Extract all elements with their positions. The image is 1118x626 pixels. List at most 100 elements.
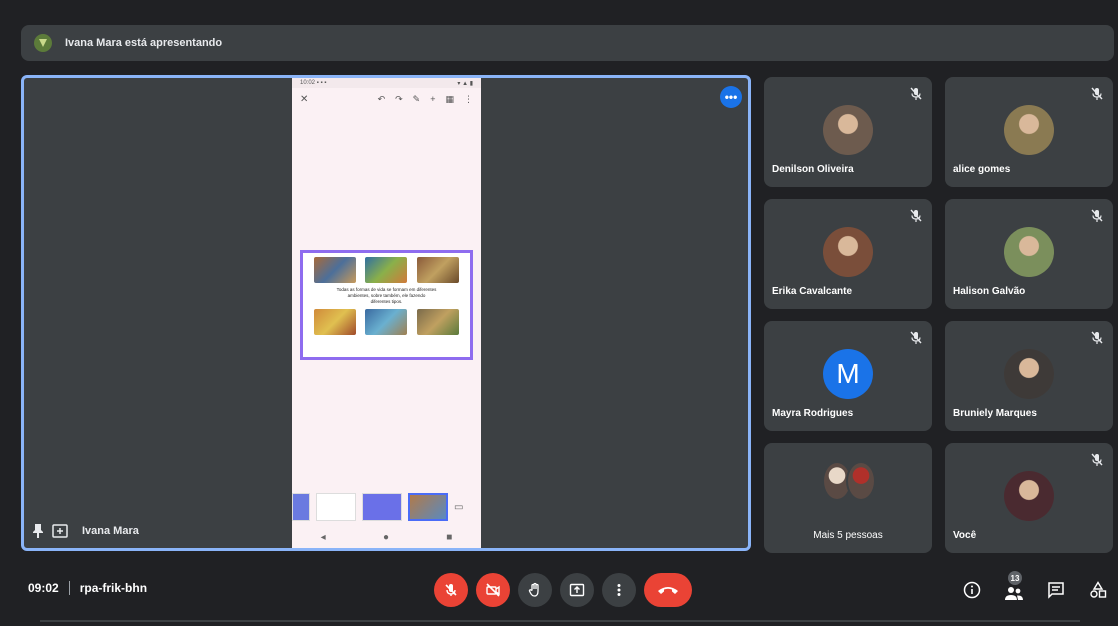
participant-avatar: [823, 227, 873, 277]
phone-navbar: ◂ ● ■: [292, 526, 481, 548]
presenter-label: Ivana Mara: [32, 524, 139, 538]
phone-more-icon: ⋮: [464, 93, 473, 104]
phone-status-right: ▾ ▲ ▮: [457, 80, 473, 87]
phone-home-icon: ●: [382, 531, 389, 543]
slide-image: [313, 257, 356, 283]
slide-image: [417, 309, 460, 335]
participant-name: Erika Cavalcante: [772, 286, 853, 297]
chat-icon: [1048, 582, 1064, 599]
participant-tile[interactable]: Denilson Oliveira: [764, 77, 932, 187]
raise-hand-button[interactable]: [518, 573, 552, 607]
filmstrip-slide: [362, 493, 402, 521]
participant-avatar: [823, 105, 873, 155]
participant-tile[interactable]: alice gomes: [945, 77, 1113, 187]
filmstrip-add-icon: ▭: [454, 501, 464, 513]
participant-tile[interactable]: Bruniely Marques: [945, 321, 1113, 431]
meeting-time: 09:02: [28, 581, 59, 595]
phone-toolbar: ✕ ↶ ↷ ✎ + ▦ ⋮: [292, 88, 481, 110]
people-button[interactable]: 13: [1000, 571, 1028, 607]
participant-name: Denilson Oliveira: [772, 164, 854, 175]
participant-tile[interactable]: Erika Cavalcante: [764, 199, 932, 309]
more-vert-icon: [617, 584, 621, 596]
call-controls: [434, 573, 692, 607]
slide-image: [365, 257, 408, 283]
participant-name: Mayra Rodrigues: [772, 408, 854, 419]
phone-undo-icon: ↶: [377, 93, 386, 104]
filmstrip-slide-selected: [408, 493, 448, 521]
activities-button[interactable]: [1084, 573, 1112, 607]
participant-avatar: [1004, 227, 1054, 277]
participant-tile[interactable]: Halison Galvão: [945, 199, 1113, 309]
phone-add-icon: +: [430, 93, 436, 104]
hang-up-icon: [658, 587, 678, 594]
phone-back-icon: ◂: [320, 531, 326, 543]
meeting-details-button[interactable]: [958, 573, 986, 607]
stage-more-button[interactable]: •••: [720, 86, 742, 108]
hand-icon: [528, 582, 539, 597]
mic-off-icon: [1091, 453, 1103, 467]
presenter-avatar-icon: [33, 33, 53, 53]
activities-icon: [1090, 581, 1107, 598]
mic-off-icon: [445, 584, 457, 596]
filmstrip-slide: [292, 493, 310, 521]
mic-toggle-button[interactable]: [434, 573, 468, 607]
slide-image: [417, 257, 460, 283]
slide-caption: Todas as formas de vida se formam em dif…: [303, 287, 470, 305]
participant-avatar: [1004, 105, 1054, 155]
presentation-stage[interactable]: 10:02 ▪ ▪ ▪ ▾ ▲ ▮ ✕ ↶ ↷ ✎ + ▦ ⋮ Todas as…: [21, 75, 751, 551]
participant-name: Mais 5 pessoas: [813, 530, 883, 541]
people-icon: [1005, 587, 1023, 600]
side-controls: 13: [958, 571, 1112, 607]
meeting-info: 09:02 rpa-frik-bhn: [28, 581, 147, 595]
meeting-code: rpa-frik-bhn: [79, 581, 148, 595]
people-count-badge: 13: [1008, 571, 1022, 585]
phone-pen-icon: ✎: [412, 93, 421, 104]
phone-close-icon: ✕: [300, 93, 309, 105]
more-options-button[interactable]: [602, 573, 636, 607]
participant-name: Você: [953, 530, 977, 541]
pin-icon[interactable]: [32, 524, 44, 538]
bottom-toolbar: 09:02 rpa-frik-bhn 13: [0, 565, 1118, 615]
chat-button[interactable]: [1042, 573, 1070, 607]
participant-name: alice gomes: [953, 164, 1011, 175]
filmstrip-slide: [316, 493, 356, 521]
slide-image: [313, 309, 356, 335]
participant-avatar-stack: [822, 461, 876, 501]
participant-avatar: [846, 461, 876, 501]
camera-off-icon: [486, 583, 500, 597]
phone-recent-icon: ■: [446, 531, 453, 543]
mic-off-icon: [910, 331, 922, 345]
participant-name: Halison Galvão: [953, 286, 1026, 297]
participant-avatar: [1004, 349, 1054, 399]
participant-tile[interactable]: Mais 5 pessoas: [764, 443, 932, 553]
present-screen-icon: [569, 583, 585, 597]
mic-off-icon: [910, 87, 922, 101]
present-now-button[interactable]: [560, 573, 594, 607]
slide-filmstrip: ▭: [292, 490, 481, 524]
shared-screen: 10:02 ▪ ▪ ▪ ▾ ▲ ▮ ✕ ↶ ↷ ✎ + ▦ ⋮ Todas as…: [292, 78, 481, 548]
mic-off-icon: [1091, 209, 1103, 223]
slide: Todas as formas de vida se formam em dif…: [300, 250, 473, 360]
participant-tile[interactable]: Você: [945, 443, 1113, 553]
phone-tools: ↶ ↷ ✎ + ▦ ⋮: [378, 94, 473, 105]
slide-image: [365, 309, 408, 335]
leave-call-button[interactable]: [644, 573, 692, 607]
presenting-banner: Ivana Mara está apresentando: [21, 25, 1114, 61]
mic-off-icon: [1091, 87, 1103, 101]
meeting-separator: [68, 581, 70, 595]
info-icon: [963, 581, 981, 599]
participant-tile[interactable]: M Mayra Rodrigues: [764, 321, 932, 431]
mic-off-icon: [1091, 331, 1103, 345]
camera-toggle-button[interactable]: [476, 573, 510, 607]
presenter-name: Ivana Mara: [82, 525, 139, 537]
phone-statusbar: 10:02 ▪ ▪ ▪ ▾ ▲ ▮: [292, 78, 481, 88]
participant-avatar: M: [823, 349, 873, 399]
phone-redo-icon: ↷: [395, 93, 403, 104]
phone-status-left: 10:02 ▪ ▪ ▪: [300, 80, 327, 86]
participant-name: Bruniely Marques: [953, 408, 1037, 419]
phone-grid-icon: ▦: [445, 93, 454, 104]
bottom-divider: [40, 620, 1080, 622]
participant-avatar: [1004, 471, 1054, 521]
presenting-banner-text: Ivana Mara está apresentando: [65, 37, 223, 49]
mic-off-icon: [910, 209, 922, 223]
